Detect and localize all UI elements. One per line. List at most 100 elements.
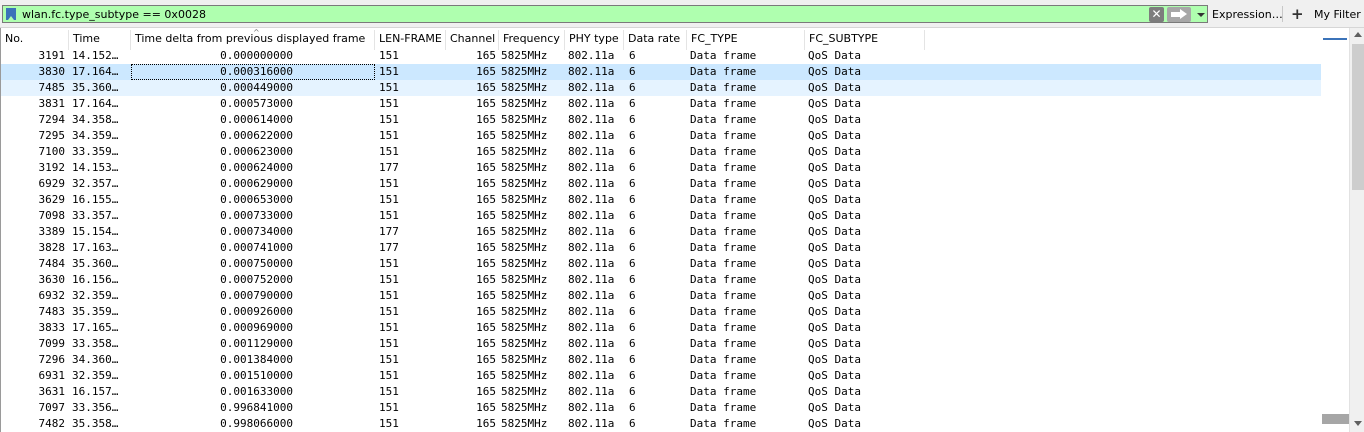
cell-len: 151 — [379, 273, 399, 286]
my-filter-button[interactable]: My Filter — [1314, 8, 1361, 21]
packet-row[interactable]: 7097 33.356… 0.996841000 151 165 5825MHz 802.1… — [1, 400, 1321, 416]
cell-phy: 802.11a — [568, 209, 615, 222]
packet-row[interactable]: 3192 14.153… 0.000624000 177 165 5825MHz 802.1… — [1, 160, 1321, 176]
packet-row[interactable]: 3629 16.155… 0.000653000 151 165 5825MHz 802.1… — [1, 192, 1321, 208]
cell-freq: 5825MHz — [501, 321, 548, 334]
cell-rate: 6 — [629, 353, 636, 366]
cell-fc-subtype: QoS Data — [808, 337, 861, 350]
packet-row[interactable]: 7483 35.359… 0.000926000 151 165 5825MHz 802.1… — [1, 304, 1321, 320]
packet-row[interactable]: 3191 14.152… 0.000000000 151 165 5825MHz 802.1… — [1, 48, 1321, 64]
column-header-freq[interactable]: Frequency — [499, 30, 565, 50]
cell-no: 3629 — [38, 193, 66, 206]
packet-row[interactable]: 7484 35.360… 0.000750000 151 165 5825MHz 802.1… — [1, 256, 1321, 272]
cell-time: 33.357… — [72, 209, 119, 222]
packet-row[interactable]: 7099 33.358… 0.001129000 151 165 5825MHz 802.1… — [1, 336, 1321, 352]
packet-row[interactable]: 6932 32.359… 0.000790000 151 165 5825MHz 802.1… — [1, 288, 1321, 304]
cell-delta: 0.000614000 — [220, 113, 293, 126]
bookmark-icon[interactable] — [6, 8, 16, 20]
clear-filter-icon[interactable]: ✕ — [1149, 7, 1164, 22]
column-header-rate[interactable]: Data rate — [624, 30, 687, 50]
cell-delta: 0.000573000 — [220, 97, 293, 110]
scroll-up-icon[interactable] — [1354, 32, 1362, 37]
cell-delta: 0.000926000 — [220, 305, 293, 318]
packet-row[interactable]: 3833 17.165… 0.000969000 151 165 5825MHz 802.1… — [1, 320, 1321, 336]
cell-fc-subtype: QoS Data — [808, 97, 861, 110]
cell-phy: 802.11a — [568, 161, 615, 174]
packet-row[interactable]: 6931 32.359… 0.001510000 151 165 5825MHz 802.1… — [1, 368, 1321, 384]
scroll-down-icon[interactable] — [1354, 421, 1362, 426]
packet-row[interactable]: 7098 33.357… 0.000733000 151 165 5825MHz 802.1… — [1, 208, 1321, 224]
cell-freq: 5825MHz — [501, 161, 548, 174]
packet-list: No. Time Time delta from previous displaye… — [0, 28, 1364, 432]
packet-row[interactable]: 7485 35.360… 0.000449000 151 165 5825MHz 802.1… — [1, 80, 1321, 96]
packet-minimap[interactable] — [1321, 28, 1349, 432]
cell-delta: 0.000623000 — [220, 145, 293, 158]
cell-time: 35.358… — [72, 417, 119, 430]
cell-fc-type: Data frame — [690, 353, 757, 366]
cell-fc-type: Data frame — [690, 177, 757, 190]
cell-fc-subtype: QoS Data — [808, 113, 861, 126]
cell-freq: 5825MHz — [501, 369, 548, 382]
column-header-no[interactable]: No. — [1, 30, 69, 50]
cell-fc-type: Data frame — [690, 257, 757, 270]
cell-fc-type: Data frame — [690, 209, 757, 222]
packet-row[interactable]: 3389 15.154… 0.000734000 177 165 5825MHz 802.1… — [1, 224, 1321, 240]
apply-filter-icon[interactable] — [1167, 7, 1191, 22]
packet-row[interactable]: 6929 32.357… 0.000629000 151 165 5825MHz 802.1… — [1, 176, 1321, 192]
cell-channel: 165 — [476, 145, 496, 158]
cell-len: 151 — [379, 97, 399, 110]
cell-phy: 802.11a — [568, 369, 615, 382]
scrollbar-thumb[interactable] — [1352, 44, 1364, 190]
cell-no: 7485 — [38, 81, 66, 94]
packet-row[interactable]: 7295 34.359… 0.000622000 151 165 5825MHz 802.1… — [1, 128, 1321, 144]
cell-time: 17.163… — [72, 241, 119, 254]
cell-delta: 0.000629000 — [220, 177, 293, 190]
cell-delta: 0.000969000 — [220, 321, 293, 334]
cell-fc-type: Data frame — [690, 289, 757, 302]
cell-time: 34.360… — [72, 353, 119, 366]
cell-phy: 802.11a — [568, 417, 615, 430]
cell-delta: 0.000449000 — [220, 81, 293, 94]
cell-channel: 165 — [476, 289, 496, 302]
cell-delta: 0.001633000 — [220, 385, 293, 398]
cell-rate: 6 — [629, 273, 636, 286]
packet-row[interactable]: 3631 16.157… 0.001633000 151 165 5825MHz 802.1… — [1, 384, 1321, 400]
cell-fc-type: Data frame — [690, 129, 757, 142]
cell-len: 151 — [379, 337, 399, 350]
cell-phy: 802.11a — [568, 129, 615, 142]
column-header-fc-type[interactable]: FC_TYPE — [687, 30, 805, 50]
add-filter-button-icon[interactable]: + — [1291, 5, 1304, 23]
column-header-phy[interactable]: PHY type — [565, 30, 624, 50]
cell-time: 16.156… — [72, 273, 119, 286]
cell-fc-subtype: QoS Data — [808, 305, 861, 318]
cell-fc-subtype: QoS Data — [808, 49, 861, 62]
column-header-time[interactable]: Time — [69, 30, 131, 50]
cell-freq: 5825MHz — [501, 257, 548, 270]
packet-row[interactable]: 7100 33.359… 0.000623000 151 165 5825MHz 802.1… — [1, 144, 1321, 160]
column-header-fc-subtype[interactable]: FC_SUBTYPE — [805, 30, 925, 50]
cell-fc-type: Data frame — [690, 337, 757, 350]
packet-row[interactable]: 7482 35.358… 0.998066000 151 165 5825MHz 802.1… — [1, 416, 1321, 432]
packet-row[interactable]: 7294 34.358… 0.000614000 151 165 5825MHz 802.1… — [1, 112, 1321, 128]
cell-rate: 6 — [629, 369, 636, 382]
packet-row[interactable]: 3831 17.164… 0.000573000 151 165 5825MHz 802.1… — [1, 96, 1321, 112]
cell-time: 32.359… — [72, 289, 119, 302]
display-filter-text[interactable]: wlan.fc.type_subtype == 0x0028 — [22, 8, 206, 21]
cell-len: 151 — [379, 113, 399, 126]
cell-fc-subtype: QoS Data — [808, 321, 861, 334]
minimap-viewport-thumb[interactable] — [1322, 414, 1349, 424]
display-filter-input[interactable]: wlan.fc.type_subtype == 0x0028 ✕ — [2, 5, 1208, 23]
cell-len: 151 — [379, 289, 399, 302]
chevron-down-icon[interactable] — [1195, 7, 1207, 22]
column-header-len[interactable]: LEN-FRAME — [375, 30, 446, 50]
vertical-scrollbar[interactable] — [1349, 28, 1364, 432]
cell-len: 151 — [379, 369, 399, 382]
expression-button[interactable]: Expression… — [1212, 8, 1283, 21]
packet-row[interactable]: 7296 34.360… 0.001384000 151 165 5825MHz 802.1… — [1, 352, 1321, 368]
cell-delta: 0.998066000 — [220, 417, 293, 430]
packet-row[interactable]: 3828 17.163… 0.000741000 177 165 5825MHz 802.1… — [1, 240, 1321, 256]
packet-row[interactable]: 3830 17.164… 0.000316000 151 165 5825MHz 802.1… — [1, 64, 1321, 80]
packet-row[interactable]: 3630 16.156… 0.000752000 151 165 5825MHz 802.1… — [1, 272, 1321, 288]
column-header-channel[interactable]: Channel — [446, 30, 499, 50]
cell-rate: 6 — [629, 177, 636, 190]
